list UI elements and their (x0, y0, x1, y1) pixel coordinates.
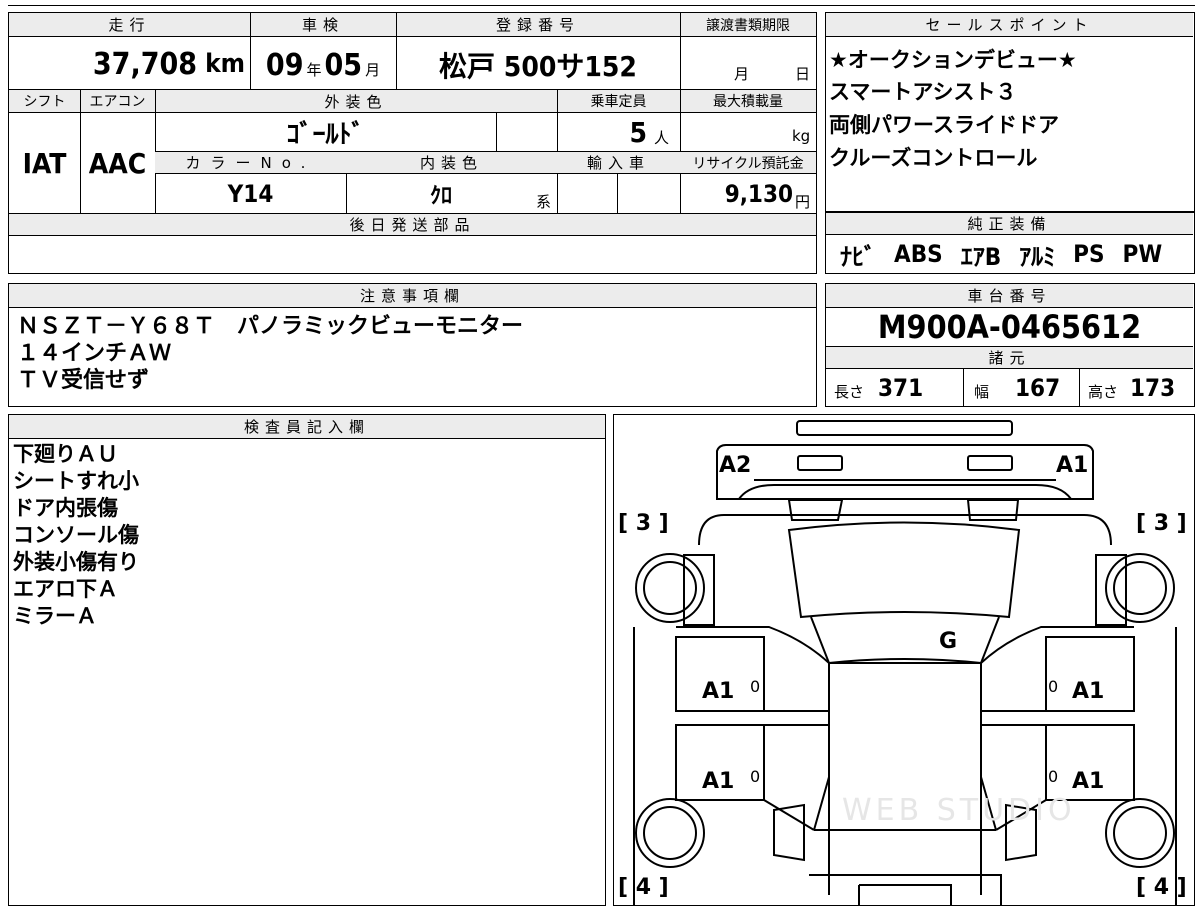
inspector-line-6: エアロ下Ａ (13, 577, 118, 601)
length-cell: 長さ 371 (834, 370, 923, 406)
car-outline-drawing (633, 420, 1177, 905)
inspection-year-unit: 年 (306, 60, 322, 79)
registration-header: 登録番号 (396, 13, 680, 37)
sales-line-4: クルーズコントロール (829, 146, 1038, 170)
equipment-header: 純正装備 (826, 213, 1193, 235)
ac-header: エアコン (80, 90, 155, 113)
height-label: 高さ (1088, 382, 1119, 401)
equipment-panel: 純正装備 ﾅﾋﾞ ABS ｴｱB ｱﾙﾐ PS PW (825, 212, 1195, 274)
recycle-unit: 円 (795, 193, 811, 211)
bracket-right-front: [ 3 ] (1136, 511, 1187, 536)
notes-line-2: １４インチＡＷ (17, 341, 172, 366)
sales-points-header: セールスポイント (826, 13, 1193, 37)
mark-door-rear-left-small: 0 (750, 767, 761, 786)
color-no-value: Y14 (227, 180, 274, 208)
width-label: 幅 (974, 382, 990, 401)
inspection-year: 09 (265, 47, 304, 83)
transfer-day-unit: 日 (795, 65, 811, 83)
transfer-header: 譲渡書類期限 (680, 13, 816, 37)
mark-door-rear-left: A1 (702, 769, 735, 794)
interior-header: 内装色 (346, 152, 557, 174)
ac-value: AAC (88, 146, 147, 180)
sales-line-2: スマートアシスト３ (829, 80, 1017, 104)
sales-line-1: ★オークションデビュー★ (829, 48, 1077, 72)
equip-pw: PW (1122, 240, 1163, 268)
inspector-line-1: 下廻りＡＵ (13, 442, 118, 466)
chassis-value: M900A-0465612 (877, 308, 1142, 346)
recycle-header: リサイクル預託金 (680, 152, 816, 174)
notes-line-3: ＴＶ受信せず (17, 368, 150, 393)
interior-value: ｸﾛ (429, 184, 452, 209)
bracket-left-rear: [ 4 ] (618, 875, 669, 900)
chassis-panel: 車台番号 M900A-0465612 諸元 長さ 371 幅 167 高さ 17… (825, 283, 1195, 407)
sales-points-panel: セールスポイント ★オークションデビュー★ スマートアシスト３ 両側パワースライ… (825, 12, 1195, 212)
inspection-month-unit: 月 (365, 60, 381, 79)
capacity-value: 5 (629, 116, 647, 149)
mileage-header: 走行 (9, 13, 250, 37)
mark-windshield: G (939, 629, 958, 654)
inspector-line-5: 外装小傷有り (13, 550, 139, 574)
equip-navi: ﾅﾋﾞ (840, 242, 876, 271)
capacity-unit: 人 (654, 129, 670, 147)
inspector-line-7: ミラーＡ (13, 604, 97, 628)
chassis-header: 車台番号 (826, 284, 1193, 308)
inspection-value-cell: 09 年 05 月 (250, 39, 396, 91)
car-damage-diagram: A2 A1 [ 3 ] [ 3 ] G A1 0 0 A1 A1 0 0 A1 … (613, 414, 1195, 906)
transfer-month-unit: 月 (734, 65, 750, 83)
mark-door-front-left-small: 0 (750, 677, 761, 696)
notes-header: 注意事項欄 (9, 284, 816, 308)
notes-line-1: ＮＳＺＴ－Ｙ６８Ｔ パノラミックビューモニター (17, 314, 524, 339)
mark-door-rear-right: A1 (1072, 769, 1105, 794)
mark-front-right: A1 (1056, 453, 1089, 478)
mark-door-front-right-small: 0 (1048, 677, 1059, 696)
vehicle-info-table: 走行 車検 登録番号 譲渡書類期限 37,708 km 09 年 05 月 松戸… (8, 12, 817, 274)
color-no-header: カラーNo. (155, 152, 346, 174)
equip-alloy: ｱﾙﾐ (1019, 242, 1056, 271)
top-edge-strip (8, 0, 1195, 6)
length-label: 長さ (834, 382, 865, 401)
equip-ps: PS (1073, 240, 1105, 268)
shift-value: IAT (22, 146, 67, 180)
inspector-line-2: シートすれ小 (13, 469, 139, 493)
height-value: 173 (1130, 374, 1176, 402)
mark-front-left: A2 (719, 453, 752, 478)
watermark: WEB STUDIO (842, 793, 1076, 828)
length-value: 371 (878, 374, 924, 402)
exterior-value: ｺﾞｰﾙﾄﾞ (286, 120, 365, 150)
later-parts-header: 後日発送部品 (9, 214, 816, 236)
mileage-unit: km (205, 49, 245, 79)
width-cell: 幅 167 (974, 370, 1060, 406)
bracket-left-front: [ 3 ] (618, 511, 669, 536)
specs-header: 諸元 (826, 347, 1193, 369)
mark-door-front-right: A1 (1072, 679, 1105, 704)
notes-panel: 注意事項欄 ＮＳＺＴ－Ｙ６８Ｔ パノラミックビューモニター １４インチＡＷ ＴＶ… (8, 283, 817, 407)
mileage-value-cell: 37,708 km (9, 39, 245, 89)
registration-value: 松戸 500サ152 (439, 50, 637, 83)
mark-door-front-left: A1 (702, 679, 735, 704)
capacity-header: 乗車定員 (557, 90, 680, 113)
mark-door-rear-right-small: 0 (1048, 767, 1059, 786)
exterior-header: 外装色 (155, 90, 557, 113)
inspector-line-3: ドア内張傷 (13, 496, 118, 520)
inspector-panel: 検査員記入欄 下廻りＡＵ シートすれ小 ドア内張傷 コンソール傷 外装小傷有り … (8, 414, 606, 906)
inspector-header: 検査員記入欄 (9, 415, 605, 439)
shift-header: シフト (9, 90, 80, 113)
import-header: 輸入車 (557, 152, 680, 174)
height-cell: 高さ 173 (1088, 370, 1175, 406)
equip-airbag: ｴｱB (960, 242, 1002, 271)
inspection-header: 車検 (250, 13, 396, 37)
width-value: 167 (1015, 374, 1061, 402)
interior-unit: 系 (536, 193, 552, 211)
max-load-unit: kg (792, 127, 811, 145)
max-load-header: 最大積載量 (680, 90, 816, 113)
inspector-line-4: コンソール傷 (13, 523, 139, 547)
equip-abs: ABS (894, 240, 943, 268)
mileage-value: 37,708 (92, 46, 198, 82)
bracket-right-rear: [ 4 ] (1136, 875, 1187, 900)
equipment-list: ﾅﾋﾞ ABS ｴｱB ｱﾙﾐ PS PW (840, 237, 1162, 271)
inspection-month: 05 (324, 47, 363, 83)
sales-line-3: 両側パワースライドドア (829, 113, 1059, 137)
recycle-value: 9,130 (724, 180, 793, 208)
